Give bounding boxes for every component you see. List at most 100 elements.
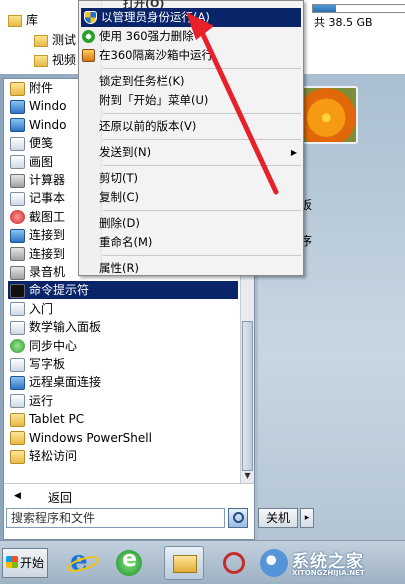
program-item[interactable]: 附件 [10, 79, 53, 97]
program-item[interactable]: Windows PowerShell [10, 429, 152, 447]
program-item[interactable]: 记事本 [10, 189, 65, 207]
program-label: 连接到 [29, 228, 66, 243]
explorer-item-label: 测试 [52, 33, 77, 47]
context-menu-label: 发送到(N) [99, 145, 152, 159]
context-menu-item[interactable]: 属性(R) [79, 259, 303, 278]
context-menu-item[interactable]: 重命名(M) [79, 233, 303, 252]
scrollbar-thumb[interactable] [242, 321, 253, 471]
program-label: 运行 [29, 393, 54, 408]
program-item[interactable]: Windo [10, 97, 67, 115]
context-menu-item[interactable]: 附到「开始」菜单(U) [79, 91, 303, 110]
s360-icon [82, 30, 95, 43]
shutdown-options-arrow-icon[interactable]: ▸ [300, 508, 314, 528]
context-menu-item[interactable]: 剪切(T) [79, 169, 303, 188]
context-menu-separator [103, 68, 301, 69]
program-item[interactable]: 连接到 [10, 226, 65, 244]
context-menu-item[interactable]: 还原以前的版本(V) [79, 117, 303, 136]
context-menu-label: 删除(D) [99, 216, 140, 230]
tool-icon[interactable] [215, 546, 255, 580]
disk-free-text: 共 38.5 GB [314, 16, 373, 29]
context-menu-item[interactable]: 以管理员身份运行(A) [81, 8, 301, 27]
back-arrow-icon: ◀ [14, 491, 21, 501]
blue-program-icon [10, 228, 25, 243]
program-label: 写字板 [29, 357, 66, 371]
context-menu-label: 附到「开始」菜单(U) [99, 93, 209, 107]
windows-explorer-icon[interactable] [164, 546, 204, 580]
gray-program-icon [10, 247, 25, 262]
program-label: 画图 [29, 154, 54, 169]
context-menu-item[interactable]: 复制(C) [79, 188, 303, 207]
program-label: 命令提示符 [29, 283, 90, 298]
green-browser-icon[interactable] [110, 546, 150, 580]
green-program-icon [10, 339, 25, 354]
explorer-item-library[interactable]: 库 [8, 12, 38, 28]
program-item[interactable]: 入门 [10, 300, 53, 318]
search-icon[interactable] [228, 508, 248, 528]
context-menu-label: 在360隔离沙箱中运行 [99, 48, 213, 62]
blue-program-icon [10, 99, 25, 114]
watermark-url: XITONGZHIJIA.NET [292, 569, 365, 577]
folder-program-icon [10, 449, 25, 464]
white-program-icon [10, 191, 25, 206]
program-label: 截图工 [29, 209, 66, 224]
program-label: Windo [29, 117, 67, 132]
start-button[interactable]: 开始 [2, 548, 48, 578]
program-item[interactable]: 数学输入面板 [10, 318, 101, 336]
program-item[interactable]: 远程桌面连接 [10, 373, 101, 391]
taskbar: 开始 系统之家 XITONGZHIJIA.NET [0, 540, 405, 584]
program-item[interactable]: Tablet PC [10, 410, 84, 428]
program-item[interactable]: 录音机 [10, 263, 65, 281]
program-label: 附件 [29, 81, 54, 95]
explorer-item-label: 视频 [52, 53, 77, 67]
program-item[interactable]: 画图 [10, 153, 53, 171]
red-program-icon [10, 210, 25, 225]
disk-usage-bar [312, 4, 405, 13]
back-button[interactable]: ◀ 返回 [4, 483, 254, 510]
context-menu-label: 复制(C) [99, 190, 140, 204]
white-program-icon [10, 302, 25, 317]
program-label: 轻松访问 [29, 449, 78, 463]
gray-program-icon [10, 173, 25, 188]
box-icon [82, 49, 95, 62]
context-menu-item[interactable]: 发送到(N) ▶ [79, 143, 303, 162]
white-program-icon [10, 320, 25, 335]
context-menu-item[interactable]: 锁定到任务栏(K) [79, 72, 303, 91]
program-item[interactable]: 命令提示符 [8, 281, 238, 300]
shutdown-button[interactable]: 关机 [258, 508, 298, 528]
blue-program-icon [10, 375, 25, 390]
program-item[interactable]: 运行 [10, 392, 53, 410]
cmd-program-icon [10, 283, 25, 298]
context-menu-separator [103, 139, 301, 140]
context-menu-item[interactable]: 在360隔离沙箱中运行 [79, 46, 303, 65]
program-item[interactable]: 截图工 [10, 208, 65, 226]
context-menu-label: 锁定到任务栏(K) [99, 74, 185, 88]
context-menu-item[interactable]: 使用 360强力删除 [79, 27, 303, 46]
context-menu-separator [103, 113, 301, 114]
watermark: 系统之家 XITONGZHIJIA.NET [258, 547, 404, 581]
gray-program-icon [10, 265, 25, 280]
folder-icon [34, 34, 48, 47]
program-item[interactable]: 写字板 [10, 355, 65, 373]
program-item[interactable]: 便笺 [10, 134, 53, 152]
program-item[interactable]: 计算器 [10, 171, 65, 189]
context-menu-separator [103, 255, 301, 256]
blue-program-icon [10, 118, 25, 133]
explorer-item-test[interactable]: 测试 [34, 32, 76, 48]
context-menu-item[interactable]: 删除(D) [79, 214, 303, 233]
explorer-item-video[interactable]: 视频 [34, 52, 76, 68]
search-input[interactable]: 搜索程序和文件 [6, 508, 225, 528]
explorer-item-label: 库 [26, 13, 39, 27]
folder-program-icon [10, 412, 25, 427]
program-item[interactable]: 同步中心 [10, 337, 77, 355]
program-label: 便笺 [29, 136, 54, 151]
program-label: 同步中心 [29, 338, 78, 353]
program-item[interactable]: 连接到 [10, 245, 65, 263]
user-picture[interactable] [300, 86, 358, 144]
program-label: 入门 [29, 301, 54, 316]
scroll-down-button[interactable]: ▼ [242, 471, 253, 481]
disk-usage-fill [313, 5, 336, 12]
program-item[interactable]: 轻松访问 [10, 447, 77, 465]
white-program-icon [10, 155, 25, 170]
program-item[interactable]: Windo [10, 116, 67, 134]
internet-explorer-icon[interactable] [62, 544, 102, 580]
